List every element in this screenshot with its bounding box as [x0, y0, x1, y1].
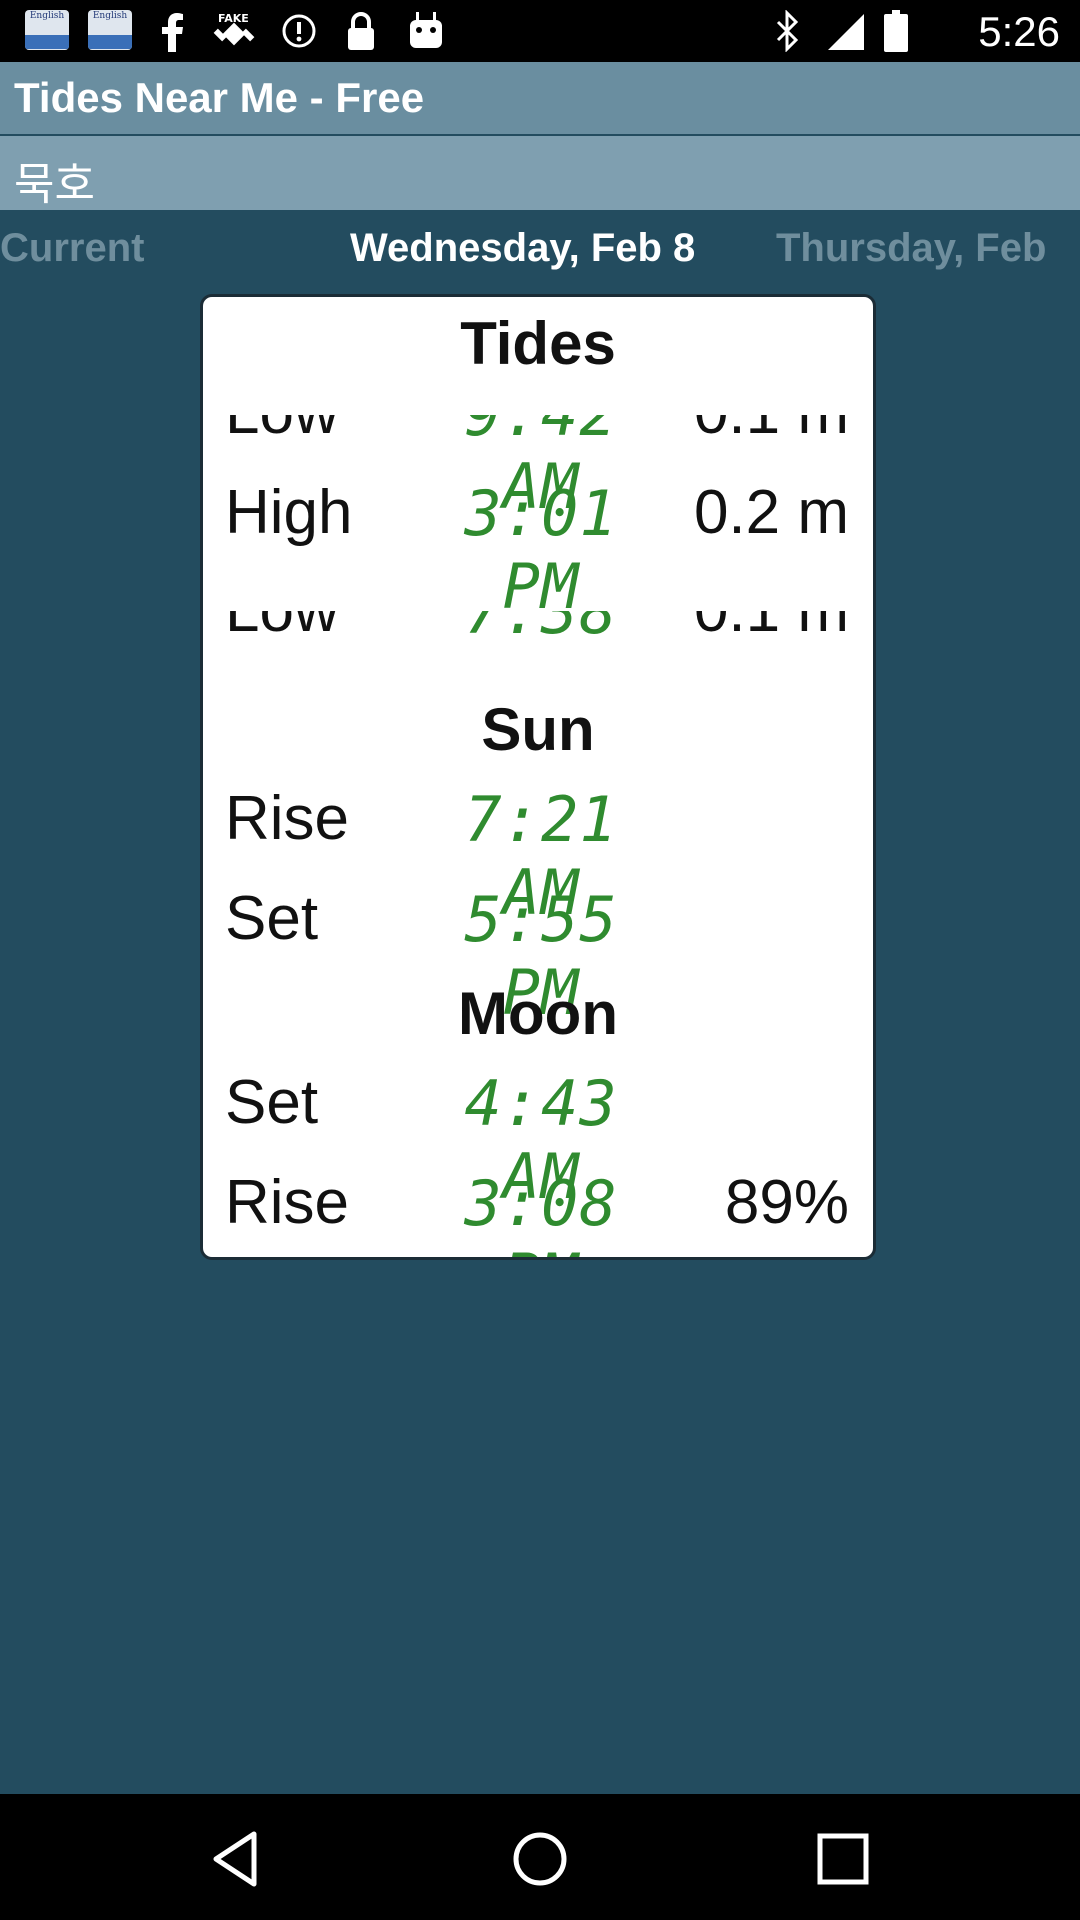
tab-thursday-feb[interactable]: Thursday, Feb: [776, 226, 1046, 271]
keyboard-lang-label: English: [92, 11, 128, 21]
app-title: Tides Near Me - Free: [14, 74, 425, 121]
status-bar: English English FAKE 5:26: [0, 0, 1080, 62]
bluetooth-icon: [776, 10, 799, 52]
location-name: 묵호: [14, 159, 95, 210]
tides-list[interactable]: Low 9:42 AM 0.1 m High 3:01 PM 0.2 m Low…: [203, 415, 873, 685]
tide-row: Low 9:42 AM 0.1 m: [203, 415, 873, 523]
info-icon: [282, 14, 316, 48]
tide-time: 3:01 PM: [464, 477, 618, 623]
moon-time: 3:08 PM: [464, 1167, 618, 1257]
tide-row: Low 7:38 PM 0.1 m: [203, 611, 873, 647]
tab-current[interactable]: Current: [0, 226, 144, 271]
tide-info-card: Tides Low 9:42 AM 0.1 m High 3:01 PM 0.2…: [200, 294, 876, 1260]
moon-heading: Moon: [458, 980, 618, 1047]
system-nav-bar: [0, 1794, 1080, 1920]
tide-row-clipped: Low 7:38 PM 0.1 m: [203, 611, 873, 647]
moon-label: Set: [225, 1068, 319, 1137]
tab-wednesday-feb-8[interactable]: Wednesday, Feb 8: [350, 226, 695, 271]
svg-text:FAKE: FAKE: [218, 12, 249, 25]
tide-type: Low: [225, 611, 339, 646]
tides-heading: Tides: [460, 310, 616, 377]
battery-icon: [884, 10, 908, 52]
tide-height: 0.1 m: [694, 611, 849, 646]
day-tab-strip[interactable]: Current Wednesday, Feb 8 Thursday, Feb: [0, 218, 1080, 278]
tide-time: 7:38 PM: [421, 611, 661, 647]
lock-icon: [348, 12, 374, 50]
signal-icon: [828, 14, 864, 50]
location-bar[interactable]: 묵호: [0, 136, 1080, 210]
keyboard-lang-label: English: [29, 11, 65, 21]
sun-row: Rise 7:21 AM: [203, 783, 873, 929]
android-icon: [410, 12, 442, 48]
status-time: 5:26: [978, 8, 1060, 55]
fake-gps-icon: FAKE: [213, 12, 255, 46]
tide-row: High 3:01 PM 0.2 m: [203, 477, 873, 623]
back-icon[interactable]: [202, 1824, 272, 1894]
sun-label: Rise: [225, 784, 350, 853]
moon-row: Rise 3:08 PM 89%: [203, 1167, 873, 1257]
home-icon[interactable]: [505, 1824, 575, 1894]
sun-heading: Sun: [481, 696, 595, 763]
tide-type: Low: [225, 415, 339, 448]
sun-row: Set 5:55 PM: [203, 883, 873, 1029]
app-title-bar: Tides Near Me - Free: [0, 62, 1080, 134]
english-keyboard-icon: English: [25, 10, 69, 50]
recents-icon[interactable]: [808, 1824, 878, 1894]
english-keyboard-icon: English: [88, 10, 132, 50]
sun-label: Set: [225, 884, 319, 953]
tide-height: 0.1 m: [694, 415, 849, 448]
moon-row: Set 4:43 AM: [203, 1067, 873, 1213]
moon-label: Rise: [225, 1168, 350, 1237]
facebook-icon: [162, 13, 183, 52]
moon-illumination: 89%: [724, 1168, 849, 1237]
tide-type: High: [225, 478, 353, 547]
tide-height: 0.2 m: [693, 478, 849, 547]
